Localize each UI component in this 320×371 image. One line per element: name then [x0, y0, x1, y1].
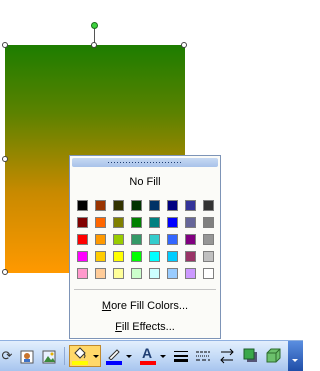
more-fill-colors-item[interactable]: More Fill Colors...: [76, 297, 214, 315]
chevron-down-icon[interactable]: [126, 355, 132, 358]
font-color-glyph: A: [142, 345, 153, 361]
chevron-down-icon[interactable]: [93, 355, 99, 358]
color-swatch[interactable]: [185, 251, 196, 262]
color-swatch[interactable]: [149, 217, 160, 228]
3d-style-button[interactable]: [264, 346, 282, 366]
font-color-indicator: [140, 361, 156, 365]
color-swatch[interactable]: [95, 234, 106, 245]
line-style-icon: [174, 351, 188, 362]
shadow-style-icon: [243, 348, 257, 362]
color-swatch[interactable]: [131, 200, 142, 211]
color-swatch[interactable]: [185, 217, 196, 228]
color-swatch[interactable]: [131, 217, 142, 228]
more-fill-colors-label: ore Fill Colors...: [111, 300, 189, 312]
chevron-down-icon[interactable]: [160, 355, 166, 358]
arrow-style-button[interactable]: [218, 346, 236, 366]
fill-effects-label: ill Effects...: [121, 321, 175, 333]
drawing-toolbar: ⟳ A: [0, 340, 303, 371]
color-swatch[interactable]: [95, 200, 106, 211]
resize-handle-middle-left[interactable]: [2, 156, 8, 162]
color-swatch[interactable]: [113, 200, 124, 211]
fill-effects-item[interactable]: Fill Effects...: [76, 318, 214, 336]
paint-bucket-icon: [74, 347, 86, 359]
color-swatch[interactable]: [203, 234, 214, 245]
menu-separator: [74, 289, 216, 290]
shadow-style-button[interactable]: [242, 346, 260, 366]
fill-color-popup: No Fill More Fill Colors... Fill Effects…: [69, 155, 221, 339]
color-swatch[interactable]: [95, 251, 106, 262]
arrow-style-icon: [220, 348, 234, 364]
color-swatch[interactable]: [167, 234, 178, 245]
color-swatch-grid: [77, 200, 215, 279]
color-swatch[interactable]: [203, 251, 214, 262]
color-swatch[interactable]: [167, 200, 178, 211]
resize-handle-bottom-left[interactable]: [2, 269, 8, 275]
resize-handle-top-center[interactable]: [91, 42, 97, 48]
color-swatch[interactable]: [167, 268, 178, 279]
color-swatch[interactable]: [149, 268, 160, 279]
rotation-handle[interactable]: [91, 22, 98, 29]
pen-icon: [108, 349, 120, 360]
lasso-select-icon[interactable]: ⟳: [0, 346, 14, 366]
color-swatch[interactable]: [203, 200, 214, 211]
color-swatch[interactable]: [185, 234, 196, 245]
color-swatch[interactable]: [185, 200, 196, 211]
line-style-button[interactable]: [172, 346, 190, 366]
3d-style-icon: [266, 348, 281, 363]
color-swatch[interactable]: [77, 217, 88, 228]
color-swatch[interactable]: [77, 234, 88, 245]
resize-handle-top-left[interactable]: [2, 42, 8, 48]
insert-clipart-icon[interactable]: [18, 346, 36, 366]
toolbar-separator: [64, 347, 65, 365]
no-fill-option[interactable]: No Fill: [76, 171, 214, 193]
resize-handle-top-right[interactable]: [181, 42, 187, 48]
color-swatch[interactable]: [203, 217, 214, 228]
color-swatch[interactable]: [149, 251, 160, 262]
color-swatch[interactable]: [113, 217, 124, 228]
color-swatch[interactable]: [203, 268, 214, 279]
dash-style-button[interactable]: [194, 346, 212, 366]
color-swatch[interactable]: [131, 251, 142, 262]
color-swatch[interactable]: [95, 217, 106, 228]
color-swatch[interactable]: [113, 268, 124, 279]
color-swatch[interactable]: [77, 251, 88, 262]
color-swatch[interactable]: [167, 217, 178, 228]
color-swatch[interactable]: [149, 200, 160, 211]
color-swatch[interactable]: [149, 234, 160, 245]
color-swatch[interactable]: [167, 251, 178, 262]
insert-picture-icon[interactable]: [40, 346, 58, 366]
fill-color-button[interactable]: [69, 345, 101, 367]
popup-drag-grip[interactable]: [72, 158, 218, 167]
color-swatch[interactable]: [185, 268, 196, 279]
chevron-down-icon: [292, 359, 298, 362]
color-swatch[interactable]: [77, 268, 88, 279]
line-color-indicator: [106, 361, 122, 365]
color-swatch[interactable]: [77, 200, 88, 211]
fill-color-indicator: [72, 361, 88, 365]
dash-style-icon: [196, 351, 210, 361]
font-color-button[interactable]: A: [138, 345, 168, 366]
color-swatch[interactable]: [113, 251, 124, 262]
color-swatch[interactable]: [131, 234, 142, 245]
toolbar-options-button[interactable]: [288, 341, 303, 371]
line-color-button[interactable]: [104, 346, 134, 366]
color-swatch[interactable]: [131, 268, 142, 279]
color-swatch[interactable]: [113, 234, 124, 245]
color-swatch[interactable]: [95, 268, 106, 279]
